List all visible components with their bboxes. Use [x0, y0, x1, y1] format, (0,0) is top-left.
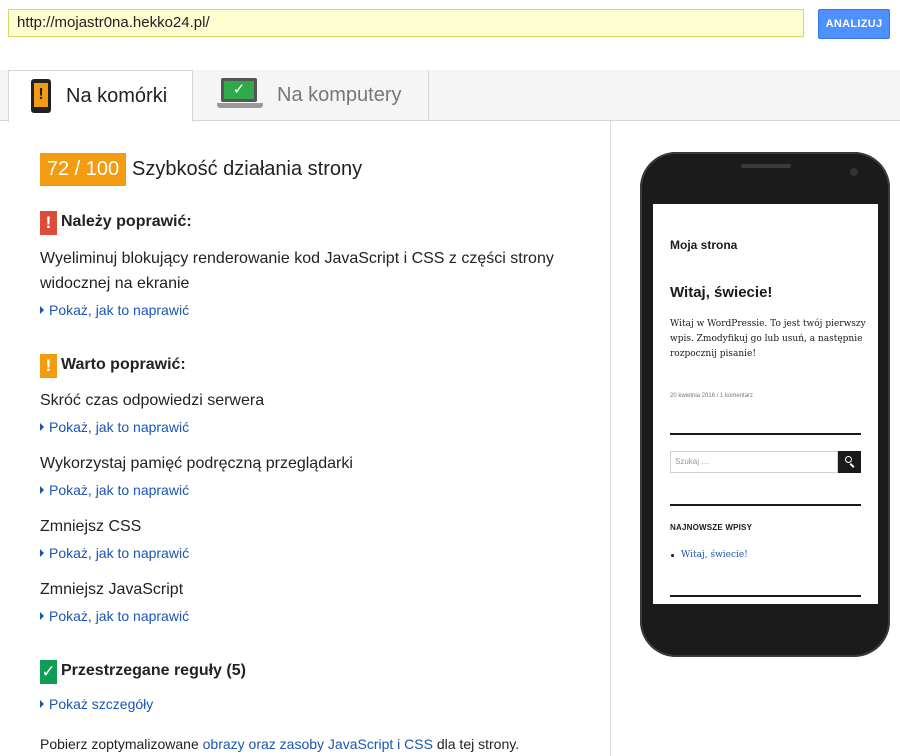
mobile-preview-screen: Moja strona Witaj, świecie! Witaj w Word…	[653, 204, 878, 604]
expand-arrow-icon	[40, 700, 44, 709]
expand-arrow-icon	[40, 306, 44, 315]
desktop-laptop-check-icon: ✓	[217, 78, 263, 112]
download-optimized-text: Pobierz zoptymalizowane obrazy oraz zaso…	[40, 736, 520, 752]
score-badge: 72 / 100	[40, 153, 126, 186]
passed-rules-title: Przestrzegane reguły (5)	[61, 662, 246, 679]
preview-post-body: Witaj w WordPressie. To jest twój pierws…	[670, 319, 866, 359]
preview-widget-link: Witaj, świecie!	[681, 550, 748, 560]
show-details-link[interactable]: Pokaż szczegóły	[40, 696, 153, 712]
preview-search-icon	[838, 451, 861, 473]
preview-divider	[670, 595, 861, 597]
rule-text: Wykorzystaj pamięć podręczną przeglądark…	[40, 455, 353, 472]
rule-text: Zmniejsz JavaScript	[40, 581, 184, 598]
rule-text: Zmniejsz CSS	[40, 518, 142, 535]
preview-divider	[670, 504, 861, 506]
show-fix-link[interactable]: Pokaż, jak to naprawić	[40, 545, 189, 561]
mobile-preview-phone: Moja strona Witaj, świecie! Witaj w Word…	[640, 152, 890, 657]
show-fix-link[interactable]: Pokaż, jak to naprawić	[40, 608, 189, 624]
preview-post-meta: 20 kwietnia 2016 / 1 komentarz	[670, 393, 754, 399]
url-bar: http://mojastr0na.hekko24.pl/ ANALIZUJ	[0, 0, 900, 50]
tab-desktop[interactable]: ✓ Na komputery	[193, 70, 429, 121]
content-divider	[610, 121, 611, 756]
expand-arrow-icon	[40, 549, 44, 558]
device-tabs: ! Na komórki ✓ Na komputery	[0, 70, 900, 122]
expand-arrow-icon	[40, 486, 44, 495]
tab-mobile[interactable]: ! Na komórki	[8, 70, 193, 122]
preview-post-title: Witaj, świecie!	[670, 284, 773, 301]
preview-site-title: Moja strona	[670, 238, 738, 252]
preview-bullet	[671, 554, 674, 557]
preview-divider	[670, 433, 861, 435]
score-title: Szybkość działania strony	[132, 158, 363, 180]
phone-camera	[850, 168, 858, 176]
should-fix-title: Warto poprawić:	[61, 356, 186, 373]
checkmark-icon: ✓	[40, 660, 57, 684]
preview-search-input: Szukaj …	[670, 451, 838, 473]
expand-arrow-icon	[40, 612, 44, 621]
tab-desktop-label: Na komputery	[277, 84, 402, 106]
mobile-phone-warning-icon: !	[31, 79, 51, 113]
expand-arrow-icon	[40, 423, 44, 432]
tab-mobile-label: Na komórki	[66, 85, 168, 107]
error-icon: !	[40, 211, 57, 235]
phone-speaker	[741, 164, 791, 168]
analyze-button[interactable]: ANALIZUJ	[818, 9, 890, 39]
warning-icon: !	[40, 354, 57, 378]
must-fix-title: Należy poprawić:	[61, 213, 192, 230]
show-fix-link[interactable]: Pokaż, jak to naprawić	[40, 419, 189, 435]
url-input[interactable]: http://mojastr0na.hekko24.pl/	[8, 9, 804, 37]
rule-text: Wyeliminuj blokujący renderowanie kod Ja…	[40, 250, 554, 292]
rule-text: Skróć czas odpowiedzi serwera	[40, 392, 265, 409]
show-fix-link[interactable]: Pokaż, jak to naprawić	[40, 482, 189, 498]
download-optimized-link[interactable]: obrazy oraz zasoby JavaScript i CSS	[203, 736, 433, 752]
show-fix-link[interactable]: Pokaż, jak to naprawić	[40, 302, 189, 318]
preview-widget-title: NAJNOWSZE WPISY	[670, 523, 753, 532]
